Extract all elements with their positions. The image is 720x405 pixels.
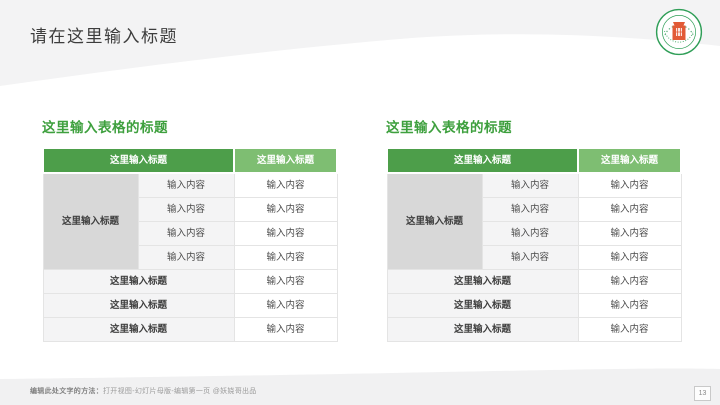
content-cell[interactable]: 输入内容: [577, 245, 682, 270]
content-cell[interactable]: 输入内容: [233, 293, 338, 318]
top-wave-shape: [0, 0, 720, 86]
table-header-row: 这里输入标题 这里输入标题: [41, 147, 339, 174]
header-cell-main[interactable]: 这里输入标题: [41, 147, 236, 174]
content-cell[interactable]: 输入内容: [233, 197, 338, 222]
row-label-cell[interactable]: 这里输入标题: [386, 293, 579, 318]
table-row: 这里输入标题 输入内容 输入内容: [386, 172, 682, 270]
table-row: 这里输入标题 输入内容: [386, 317, 682, 342]
footer-note-text: 打开视图-幻灯片母版-编辑第一页 @妖娆哥出品: [103, 388, 257, 395]
content-cell[interactable]: 输入内容: [481, 172, 579, 198]
row-group-label-cell[interactable]: 这里输入标题: [386, 172, 483, 270]
row-label-cell[interactable]: 这里输入标题: [42, 269, 235, 294]
content-cell[interactable]: 输入内容: [137, 221, 235, 246]
placeholder-table: 这里输入标题 这里输入标题 这里输入标题 输入内容 输入内容 输入内容 输入内容…: [385, 147, 683, 342]
table-header-row: 这里输入标题 这里输入标题: [385, 147, 683, 174]
table-row: 这里输入标题 输入内容 输入内容: [42, 172, 338, 270]
row-label-cell[interactable]: 这里输入标题: [386, 269, 579, 294]
bottom-wave-shape: [0, 368, 720, 405]
table-row: 这里输入标题 输入内容: [42, 317, 338, 342]
page-number-badge: 13: [694, 386, 711, 401]
content-cell[interactable]: 输入内容: [481, 245, 579, 270]
table-title[interactable]: 这里输入表格的标题: [386, 119, 680, 137]
table-row: 这里输入标题 输入内容: [42, 269, 338, 294]
header-cell-main[interactable]: 这里输入标题: [385, 147, 580, 174]
content-cell[interactable]: 输入内容: [577, 293, 682, 318]
content-cell[interactable]: 输入内容: [233, 172, 338, 198]
table-title[interactable]: 这里输入表格的标题: [42, 119, 336, 137]
content-cell[interactable]: 输入内容: [233, 221, 338, 246]
footer-note-label: 编辑此处文字的方法：: [30, 388, 103, 395]
content-cell[interactable]: 输入内容: [233, 317, 338, 342]
header-cell-right[interactable]: 这里输入标题: [233, 147, 339, 174]
table-block-right: 这里输入表格的标题 这里输入标题 这里输入标题 这里输入标题 输入内容 输入内容…: [385, 119, 683, 342]
row-group-label-cell[interactable]: 这里输入标题: [42, 172, 139, 270]
content-cell[interactable]: 输入内容: [577, 317, 682, 342]
content-cell[interactable]: 输入内容: [137, 172, 235, 198]
content-cell[interactable]: 输入内容: [577, 269, 682, 294]
slide-canvas: 请在这里输入标题 这里输入表格的标题 这里输入标题 这里输入标题 这里输入标题 …: [0, 0, 720, 405]
content-cell[interactable]: 输入内容: [233, 245, 338, 270]
placeholder-table: 这里输入标题 这里输入标题 这里输入标题 输入内容 输入内容 输入内容 输入内容…: [41, 147, 339, 342]
table-block-left: 这里输入表格的标题 这里输入标题 这里输入标题 这里输入标题 输入内容 输入内容…: [41, 119, 339, 342]
slide-title-placeholder[interactable]: 请在这里输入标题: [30, 22, 178, 47]
content-cell[interactable]: 输入内容: [481, 197, 579, 222]
table-row: 这里输入标题 输入内容: [42, 293, 338, 318]
table-row: 这里输入标题 输入内容: [386, 269, 682, 294]
content-cell[interactable]: 输入内容: [233, 269, 338, 294]
footer-note: 编辑此处文字的方法：打开视图-幻灯片母版-编辑第一页 @妖娆哥出品: [30, 386, 257, 396]
content-cell[interactable]: 输入内容: [137, 197, 235, 222]
content-cell[interactable]: 输入内容: [481, 221, 579, 246]
content-cell[interactable]: 输入内容: [577, 197, 682, 222]
row-label-cell[interactable]: 这里输入标题: [42, 317, 235, 342]
university-emblem-icon: [655, 8, 703, 56]
content-cell[interactable]: 输入内容: [577, 221, 682, 246]
table-row: 这里输入标题 输入内容: [386, 293, 682, 318]
header-cell-right[interactable]: 这里输入标题: [577, 147, 683, 174]
content-cell[interactable]: 输入内容: [577, 172, 682, 198]
row-label-cell[interactable]: 这里输入标题: [386, 317, 579, 342]
row-label-cell[interactable]: 这里输入标题: [42, 293, 235, 318]
content-cell[interactable]: 输入内容: [137, 245, 235, 270]
